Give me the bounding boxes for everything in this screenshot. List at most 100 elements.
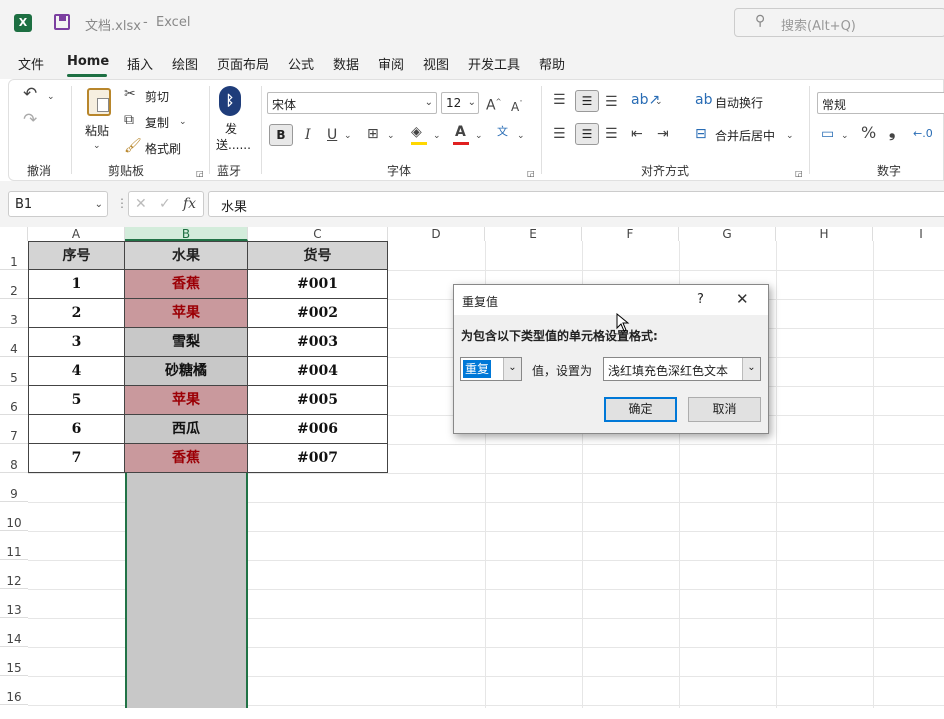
row-header-11[interactable]: 11 [0,531,28,560]
menu-home[interactable]: Home [67,54,109,69]
fill-dropdown-icon[interactable]: ⌄ [433,128,441,144]
table-cell[interactable]: 香蕉 [125,444,248,473]
table-cell[interactable]: 2 [28,299,125,328]
undo-dropdown-icon[interactable]: ⌄ [47,89,55,105]
select-all-corner[interactable] [0,227,28,241]
column-header-i[interactable]: I [873,227,944,241]
confirm-entry-icon[interactable]: ✓ [159,196,171,212]
align-left-icon[interactable]: ☰ [553,126,566,142]
row-header-13[interactable]: 13 [0,589,28,618]
table-cell[interactable]: #003 [248,328,388,357]
table-cell[interactable]: #007 [248,444,388,473]
align-right-icon[interactable]: ☰ [605,126,618,142]
send-label-2[interactable]: 送...... [216,136,251,153]
save-icon[interactable] [54,14,70,30]
orientation-dropdown-icon[interactable]: ⌄ [655,94,663,110]
row-header-9[interactable]: 9 [0,473,28,502]
align-middle-button[interactable]: ☰ [575,90,599,112]
menu-draw[interactable]: 绘图 [172,54,198,73]
format-select[interactable]: 浅红填充色深红色文本 ⌄ [603,357,761,381]
row-header-14[interactable]: 14 [0,618,28,647]
cancel-button[interactable]: 取消 [688,397,761,422]
font-color-icon[interactable]: A [455,124,466,140]
more-options-icon[interactable]: ⋮ [116,195,128,211]
row-header-2[interactable]: 2 [0,270,28,299]
row-header-12[interactable]: 12 [0,560,28,589]
table-cell[interactable]: #006 [248,415,388,444]
table-cell[interactable]: 西瓜 [125,415,248,444]
formula-input[interactable]: 水果 [208,191,944,217]
menu-view[interactable]: 视图 [423,54,449,73]
table-cell[interactable]: 5 [28,386,125,415]
column-header-d[interactable]: D [388,227,485,241]
table-header-cell[interactable]: 序号 [28,241,125,270]
menu-formulas[interactable]: 公式 [288,54,314,73]
search-box[interactable]: ⚲ 搜索(Alt+Q) [734,8,944,37]
menu-data[interactable]: 数据 [333,54,359,73]
send-label-1[interactable]: 发 [225,120,237,137]
row-header-5[interactable]: 5 [0,357,28,386]
column-header-h[interactable]: H [776,227,873,241]
align-bottom-icon[interactable]: ☰ [605,94,618,110]
redo-icon[interactable]: ↷ [23,112,37,129]
phonetic-dropdown-icon[interactable]: ⌄ [517,128,525,144]
number-format-select[interactable]: 常规 [817,92,944,114]
decrease-font-icon[interactable]: Aˇ [511,96,523,115]
menu-help[interactable]: 帮助 [539,54,565,73]
row-header-3[interactable]: 3 [0,299,28,328]
row-header-1[interactable]: 1 [0,241,28,270]
paste-button[interactable]: 粘贴 [85,122,109,139]
table-cell[interactable]: 雪梨 [125,328,248,357]
value-type-select[interactable]: 重复 ⌄ [460,357,522,381]
align-top-icon[interactable]: ☰ [553,92,566,108]
table-cell[interactable]: 香蕉 [125,270,248,299]
accounting-format-icon[interactable]: ▭ [821,126,834,142]
underline-dropdown-icon[interactable]: ⌄ [344,128,352,144]
font-color-dropdown-icon[interactable]: ⌄ [475,128,483,144]
underline-button[interactable]: U [327,127,337,143]
cut-button[interactable]: 剪切 [145,88,169,105]
phonetic-icon[interactable]: 文 [497,124,508,140]
table-cell[interactable]: #001 [248,270,388,299]
menu-insert[interactable]: 插入 [127,54,153,73]
menu-developer[interactable]: 开发工具 [468,54,520,73]
comma-style-icon[interactable]: ❟ [889,124,895,140]
table-cell[interactable]: 6 [28,415,125,444]
format-painter-button[interactable]: 格式刷 [145,140,181,157]
dialog-launcher-icon[interactable]: ◲ [196,166,204,182]
bold-button[interactable]: B [269,124,293,146]
column-header-e[interactable]: E [485,227,582,241]
dialog-launcher-icon[interactable]: ◲ [527,166,535,182]
row-header-16[interactable]: 16 [0,676,28,705]
font-name-select[interactable]: 宋体 ⌄ [267,92,437,114]
accounting-dropdown-icon[interactable]: ⌄ [841,128,849,144]
row-header-8[interactable]: 8 [0,444,28,473]
copy-dropdown-icon[interactable]: ⌄ [179,114,187,130]
menu-page-layout[interactable]: 页面布局 [217,54,269,73]
borders-icon[interactable]: ⊞ [367,126,379,142]
paste-dropdown-icon[interactable]: ⌄ [93,138,101,154]
font-size-select[interactable]: 12 ⌄ [441,92,479,114]
merge-center-button[interactable]: 合并后居中 [715,127,775,144]
table-cell[interactable]: 7 [28,444,125,473]
decrease-indent-icon[interactable]: ⇤ [631,126,643,142]
align-center-button[interactable]: ☰ [575,123,599,145]
column-header-c[interactable]: C [248,227,388,241]
row-header-4[interactable]: 4 [0,328,28,357]
bluetooth-icon[interactable]: ᛒ [219,86,241,116]
increase-indent-icon[interactable]: ⇥ [657,126,669,142]
row-header-6[interactable]: 6 [0,386,28,415]
paste-icon[interactable] [87,88,111,116]
menu-file[interactable]: 文件 [18,54,44,73]
table-cell[interactable]: 1 [28,270,125,299]
table-cell[interactable]: #002 [248,299,388,328]
column-header-f[interactable]: F [582,227,679,241]
table-header-cell[interactable]: 货号 [248,241,388,270]
borders-dropdown-icon[interactable]: ⌄ [387,128,395,144]
table-cell[interactable]: 苹果 [125,299,248,328]
percent-button[interactable]: % [861,125,876,141]
column-header-a[interactable]: A [28,227,125,241]
copy-button[interactable]: 复制 [145,114,169,131]
name-box[interactable]: B1 ⌄ [8,191,108,217]
help-button[interactable]: ? [697,292,704,307]
